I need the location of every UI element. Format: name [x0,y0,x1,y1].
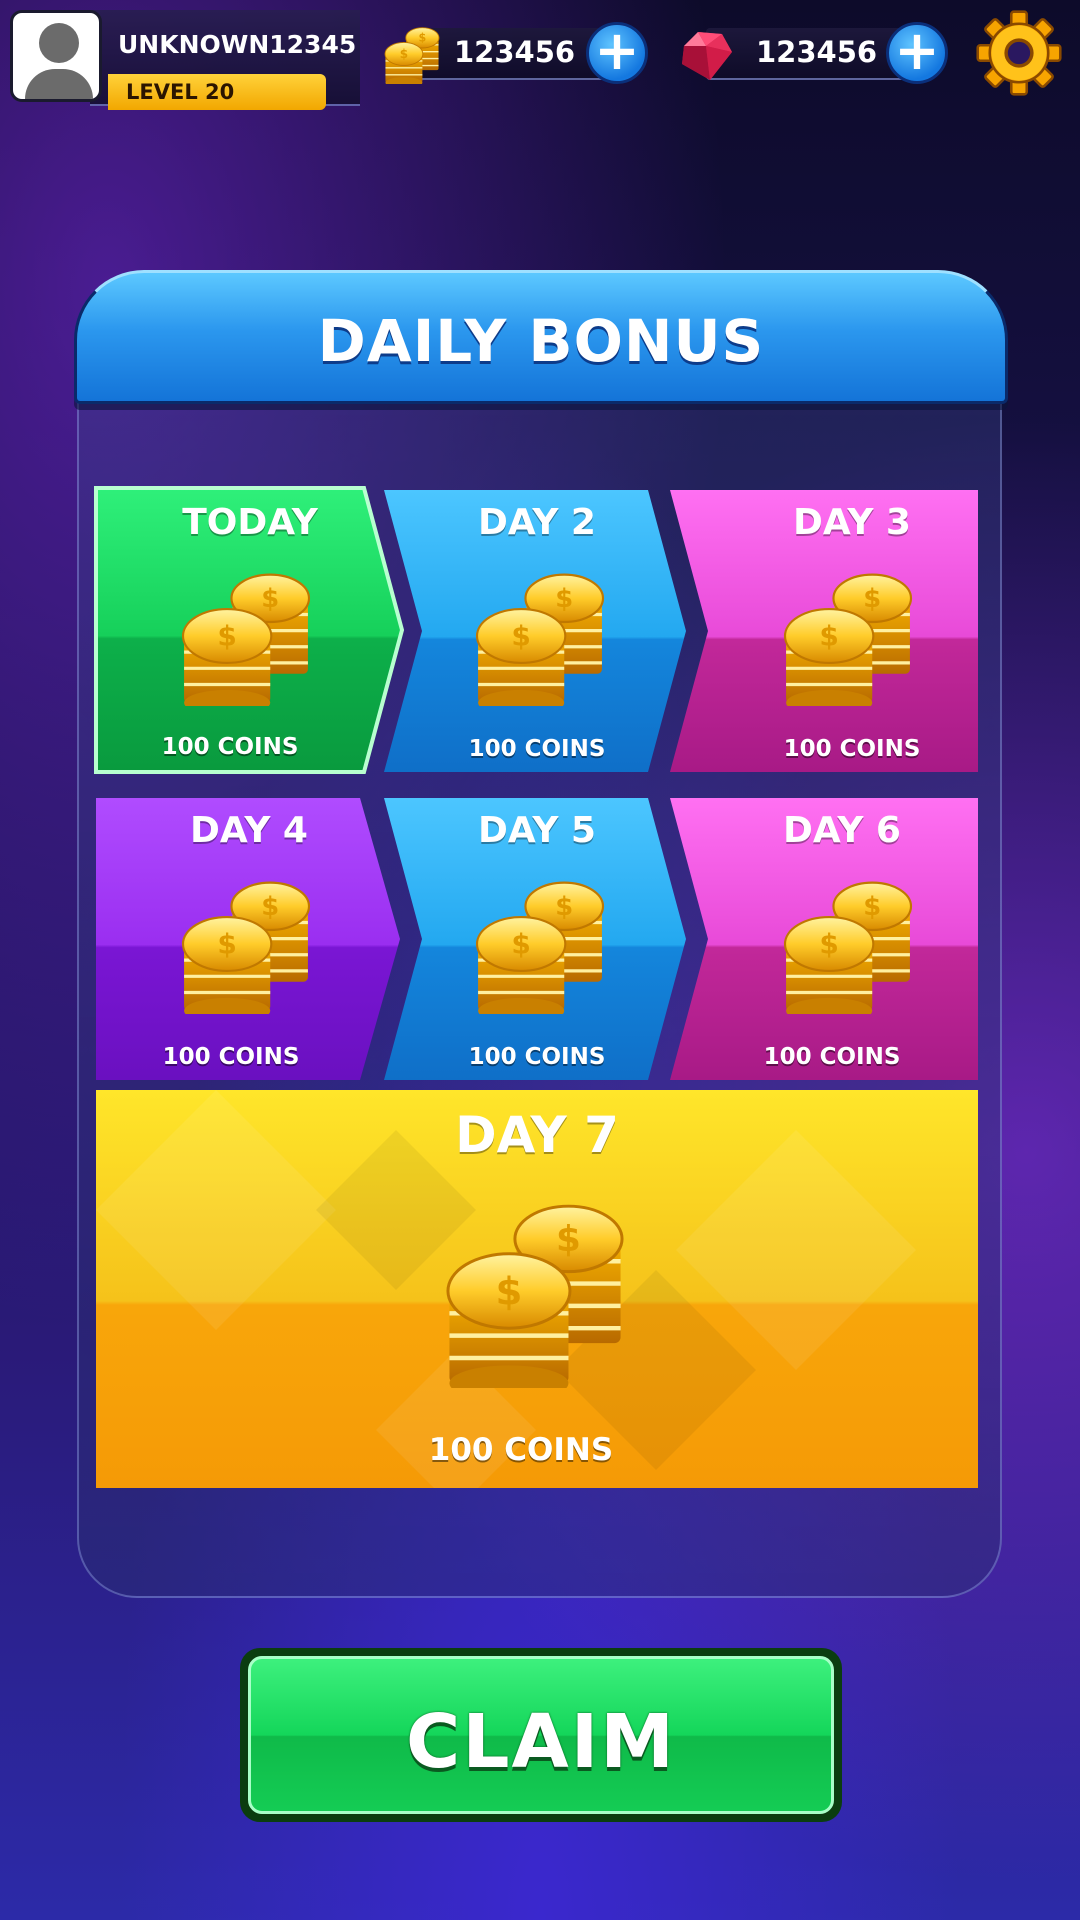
reward-amount: 100 COINS [161,734,299,760]
ruby-gem-icon [682,32,732,80]
reward-amount: 100 COINS [468,736,606,762]
day-label: DAY 3 [793,502,911,543]
claim-label: CLAIM [406,1699,676,1785]
day-tile-today[interactable]: TODAY 100 COINS [94,486,406,774]
coins-amount: 123456 [454,35,576,69]
player-profile[interactable]: UNKNOWN12345 LEVEL 20 [10,10,360,110]
claim-button[interactable]: CLAIM [240,1648,842,1822]
coin-stack-icon [181,572,311,706]
day-label: DAY 7 [455,1106,619,1164]
day-tile-6[interactable]: DAY 6 100 COINS [670,798,978,1080]
day-tile-5[interactable]: DAY 5 100 COINS [384,798,690,1080]
coin-stack-icon [783,572,913,706]
claim-button-face: CLAIM [248,1656,834,1814]
day-label: DAY 4 [190,810,308,851]
day-label: DAY 6 [783,810,901,851]
day-label: DAY 2 [478,502,596,543]
avatar[interactable] [10,10,102,102]
add-coins-button[interactable]: + [586,22,648,84]
coin-stack-icon [442,1194,628,1388]
reward-amount: 100 COINS [468,1044,606,1070]
coin-stack-icon [384,27,440,84]
day-label: TODAY [182,502,318,543]
day-label: DAY 5 [478,810,596,851]
add-gems-button[interactable]: + [886,22,948,84]
player-level: LEVEL 20 [126,80,235,104]
avatar-body [25,69,93,99]
coin-stack-icon [783,880,913,1014]
day-tile-2[interactable]: DAY 2 100 COINS [384,490,690,772]
day-tile-3[interactable]: DAY 3 100 COINS [670,490,978,772]
coin-stack-icon [475,880,605,1014]
username: UNKNOWN12345 [118,30,357,59]
plus-icon: + [894,19,940,82]
reward-amount: 100 COINS [162,1044,300,1070]
avatar-head [39,23,79,63]
reward-amount: 100 COINS [763,1044,901,1070]
gems-amount: 123456 [756,35,878,69]
reward-amount: 100 COINS [428,1432,614,1468]
gear-icon[interactable] [976,10,1062,96]
panel-header: DAILY BONUS [74,270,1008,404]
gems-counter: 123456 + [676,22,956,84]
coins-counter: 123456 + [382,22,652,84]
coin-stack-icon [475,572,605,706]
panel-title: DAILY BONUS [317,307,765,375]
reward-amount: 100 COINS [783,736,921,762]
day-tile-7[interactable]: DAY 7 100 COINS [96,1090,978,1488]
day-tile-4[interactable]: DAY 4 100 COINS [96,798,402,1080]
coin-stack-icon [181,880,311,1014]
plus-icon: + [594,19,640,82]
